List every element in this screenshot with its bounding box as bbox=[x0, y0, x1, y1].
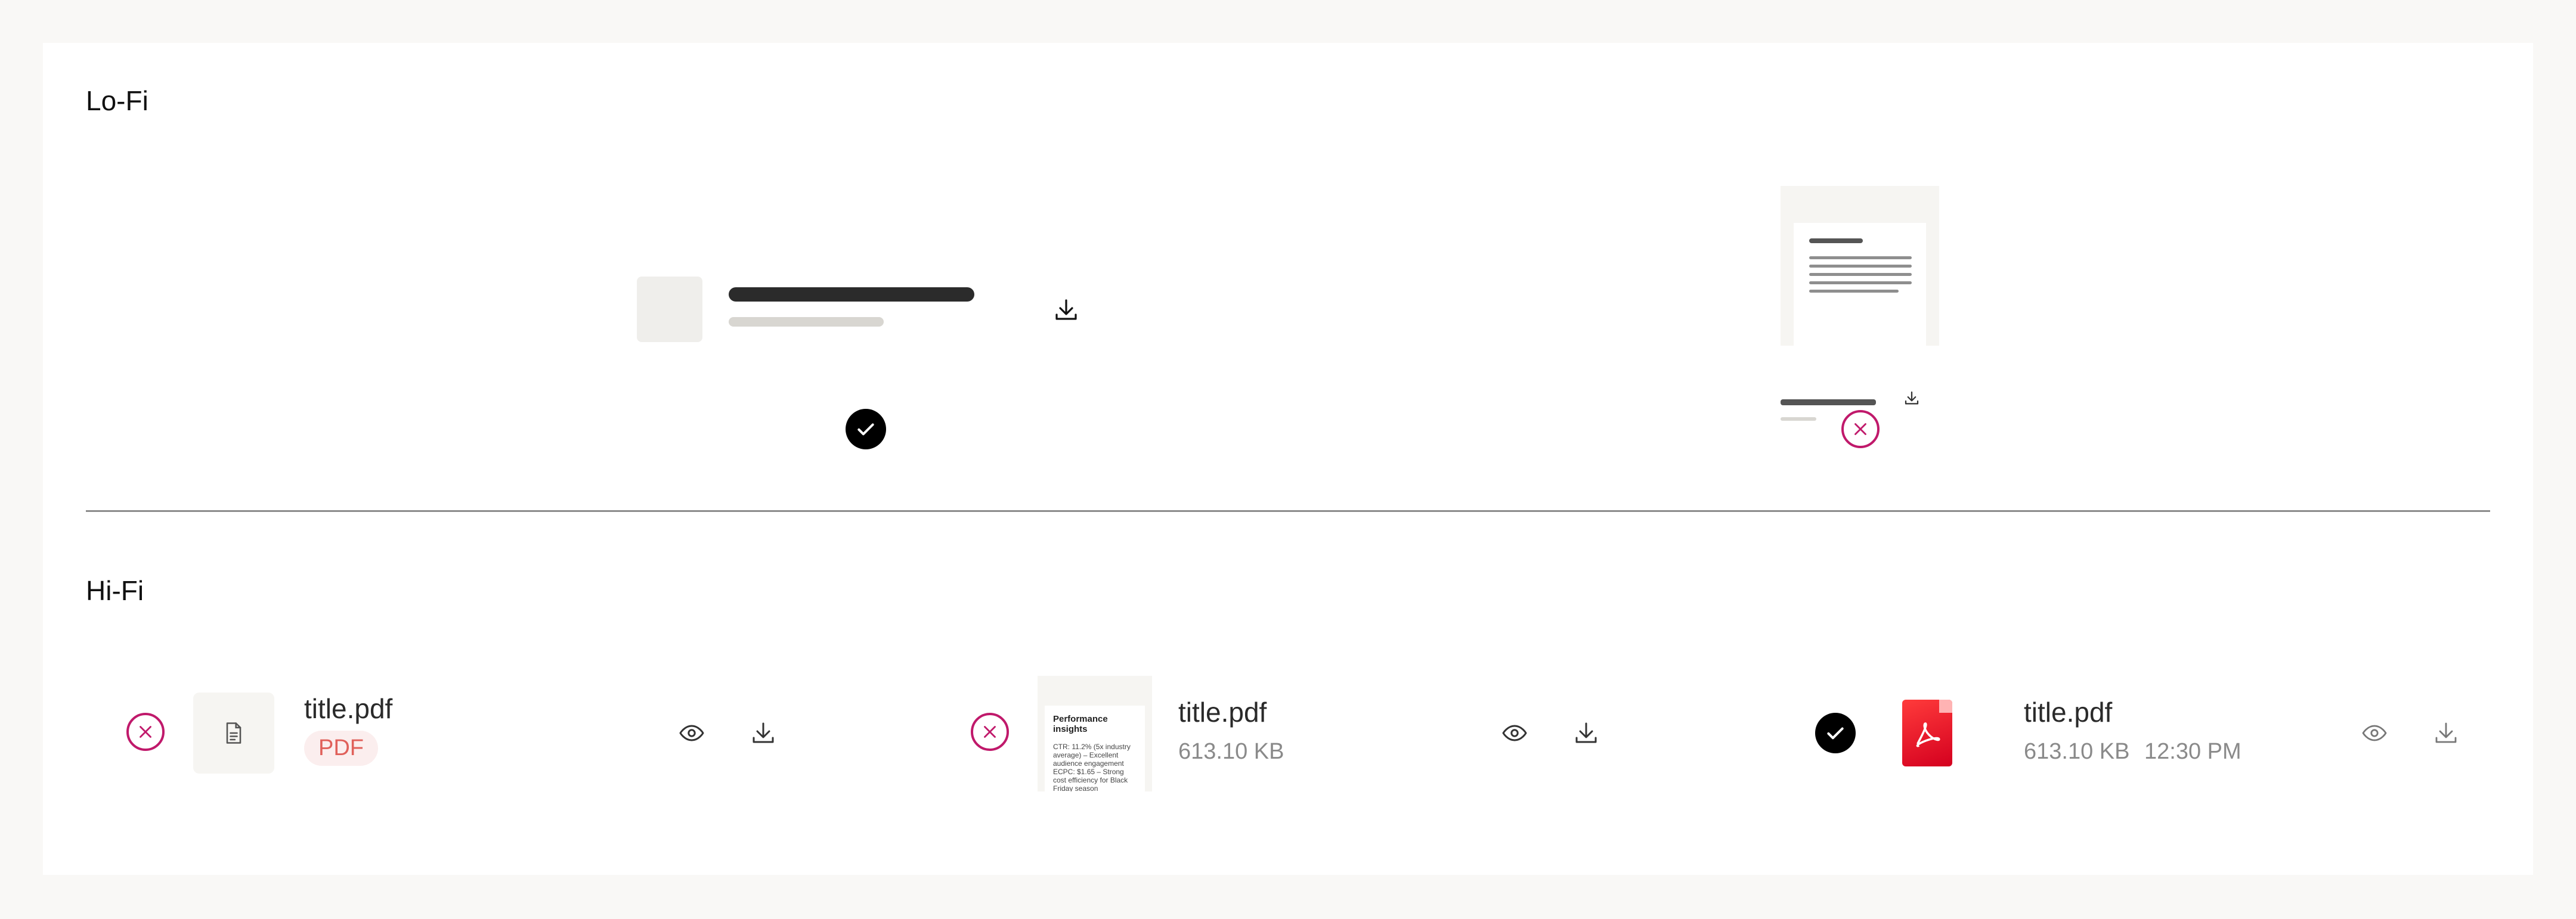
hifi-file-item-generic[interactable]: title.pdf PDF bbox=[193, 693, 849, 776]
preview-button[interactable] bbox=[2353, 712, 2396, 755]
pdf-icon-fold bbox=[1939, 700, 1952, 713]
file-size: 613.10 KB bbox=[2024, 739, 2130, 764]
lofi-card-title-placeholder bbox=[1781, 399, 1876, 405]
file-preview-thumbnail: Performance insights CTR: 11.2% (5x indu… bbox=[1038, 676, 1152, 791]
preview-heading: Performance insights bbox=[1053, 714, 1108, 734]
lofi-preview-line bbox=[1809, 265, 1912, 268]
download-icon bbox=[1055, 299, 1077, 320]
download-button[interactable] bbox=[1565, 712, 1608, 755]
check-icon bbox=[1827, 727, 1844, 740]
acrobat-icon bbox=[1916, 722, 1940, 747]
status-incorrect-badge bbox=[126, 713, 165, 751]
file-type-badge: PDF bbox=[304, 731, 378, 766]
section-title-hifi: Hi-Fi bbox=[86, 575, 144, 606]
x-icon bbox=[984, 726, 996, 738]
lofi-preview-line bbox=[1809, 273, 1912, 276]
preview-page: Performance insights CTR: 11.2% (5x indu… bbox=[1045, 706, 1145, 791]
hifi-file-item-preview[interactable]: Performance insights CTR: 11.2% (5x indu… bbox=[1038, 676, 1753, 795]
preview-button[interactable] bbox=[670, 712, 713, 755]
download-icon bbox=[753, 722, 774, 743]
download-icon bbox=[2435, 722, 2457, 743]
lofi-thumbnail-placeholder bbox=[637, 277, 702, 342]
x-icon bbox=[140, 726, 151, 738]
lofi-preview-heading bbox=[1809, 238, 1863, 243]
hifi-file-item-pdf[interactable]: title.pdf 613.10 KB 12:30 PM bbox=[1895, 693, 2491, 776]
file-size: 613.10 KB bbox=[1178, 739, 1284, 764]
lofi-preview-line bbox=[1809, 281, 1912, 284]
status-correct-badge bbox=[1815, 713, 1856, 753]
eye-icon bbox=[1502, 725, 1527, 741]
file-thumbnail bbox=[193, 693, 274, 774]
section-title-lofi: Lo-Fi bbox=[86, 85, 148, 116]
status-incorrect-badge bbox=[971, 713, 1009, 751]
eye-icon bbox=[2362, 725, 2387, 741]
status-correct-badge bbox=[846, 409, 886, 449]
lofi-list-file-item bbox=[637, 277, 1114, 366]
download-button[interactable] bbox=[2425, 712, 2467, 755]
file-name: title.pdf bbox=[1178, 697, 1267, 728]
section-divider bbox=[86, 510, 2490, 512]
lofi-download-button[interactable] bbox=[1045, 288, 1088, 331]
status-incorrect-badge bbox=[1841, 410, 1880, 448]
pdf-icon bbox=[1902, 700, 1952, 766]
lofi-card-file-item bbox=[1781, 186, 1942, 424]
check-icon bbox=[857, 423, 874, 436]
lofi-card-download-button[interactable] bbox=[1900, 386, 1924, 410]
file-name: title.pdf bbox=[304, 693, 393, 724]
download-icon bbox=[1575, 722, 1597, 743]
lofi-preview-line bbox=[1809, 256, 1912, 259]
preview-body: CTR: 11.2% (5x industry average) – Excel… bbox=[1053, 743, 1131, 791]
eye-icon bbox=[679, 725, 704, 741]
lofi-preview-line bbox=[1809, 290, 1899, 293]
document-icon bbox=[226, 722, 242, 744]
file-name: title.pdf bbox=[2024, 697, 2113, 728]
lofi-card-meta-placeholder bbox=[1781, 417, 1816, 421]
lofi-preview-page bbox=[1794, 223, 1926, 346]
download-icon bbox=[1905, 391, 1919, 405]
x-icon bbox=[1854, 423, 1866, 435]
preview-button[interactable] bbox=[1493, 712, 1536, 755]
lofi-preview-area bbox=[1781, 186, 1939, 346]
design-board: Lo-Fi Hi-Fi title.pdf PDF Performance in… bbox=[43, 43, 2533, 875]
file-time: 12:30 PM bbox=[2144, 739, 2241, 764]
lofi-title-placeholder bbox=[729, 287, 974, 302]
download-button[interactable] bbox=[742, 712, 785, 755]
lofi-meta-placeholder bbox=[729, 317, 884, 327]
